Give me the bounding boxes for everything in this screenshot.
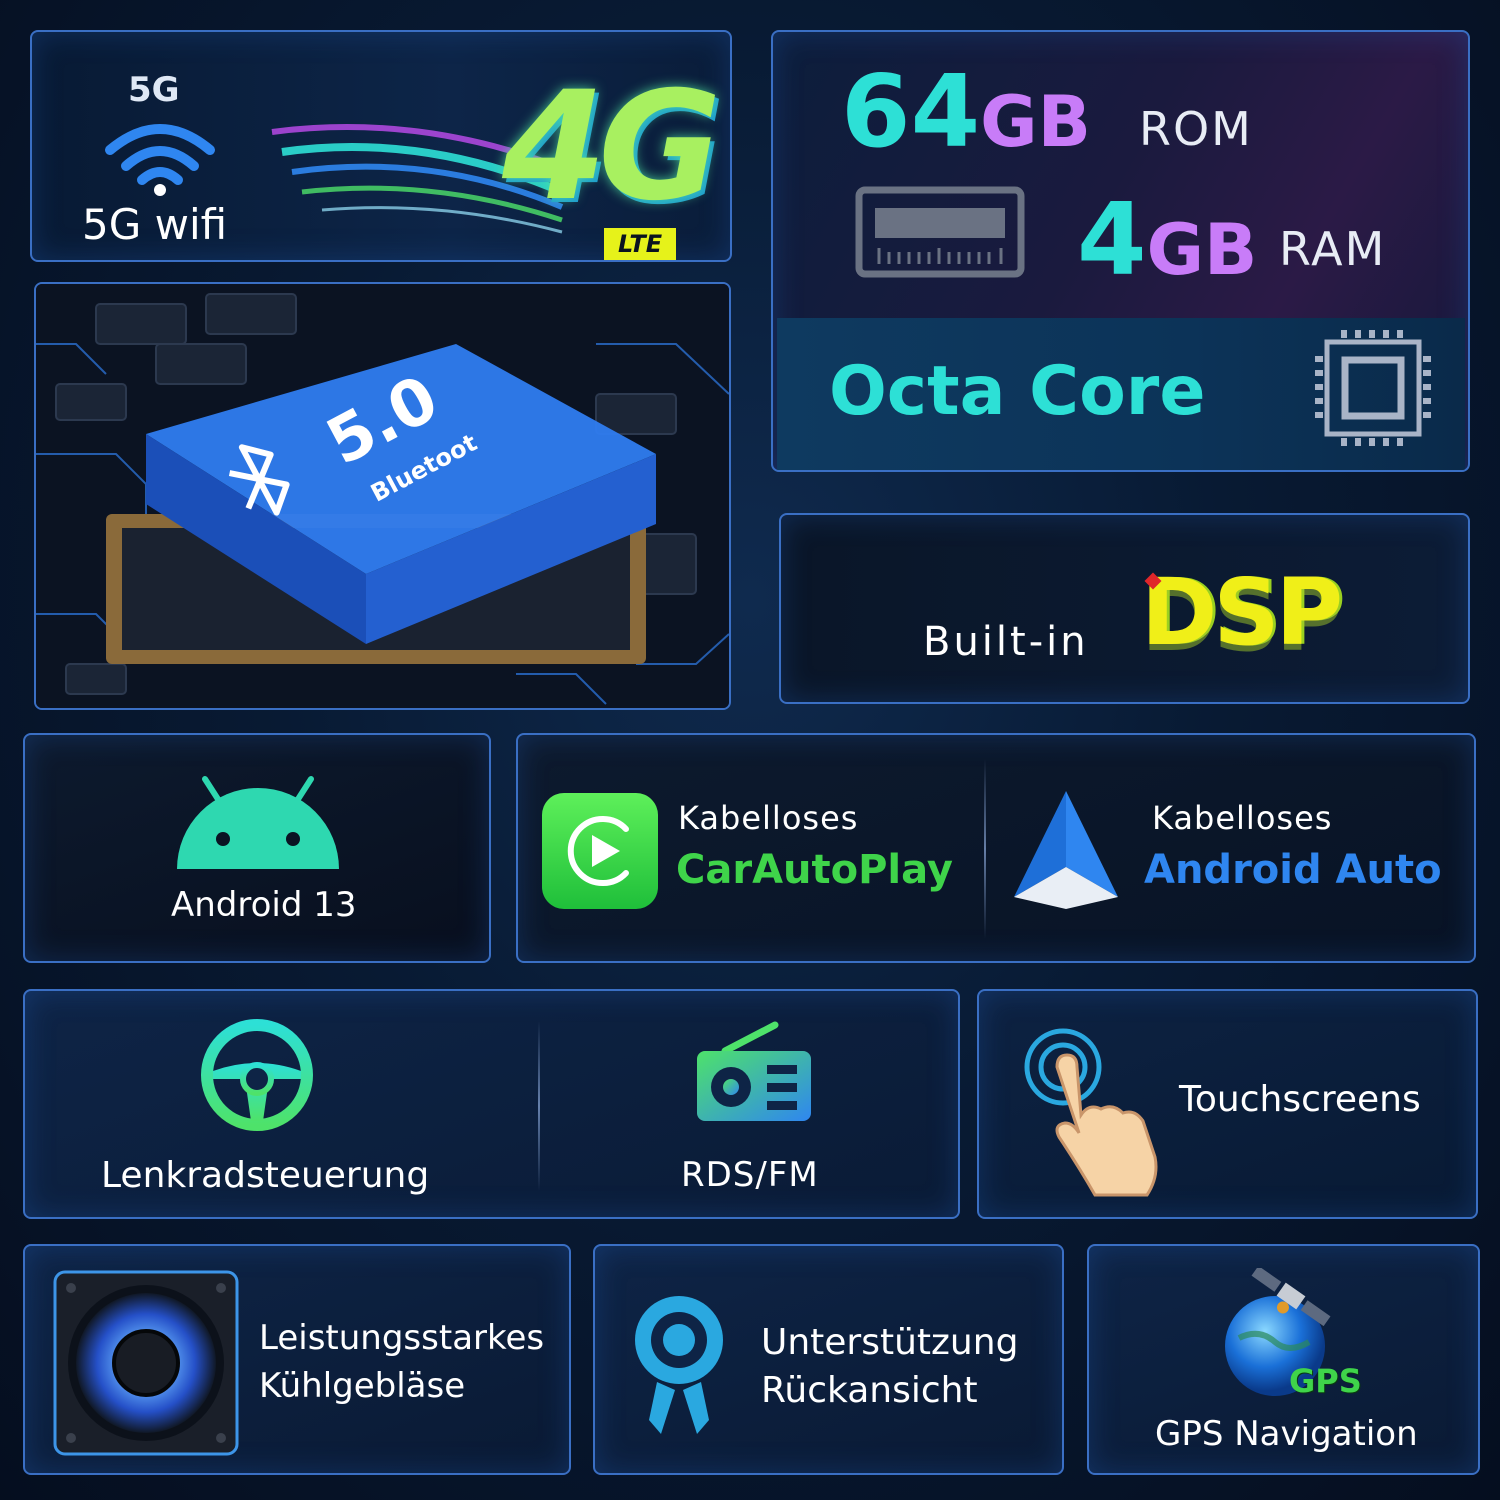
rom-number: 64: [841, 53, 981, 170]
fan-line2: Kühlgebläse: [259, 1366, 466, 1406]
ram-value: 4GB: [1077, 190, 1257, 290]
camera-line1: Unterstützung: [761, 1322, 1019, 1363]
android-robot-icon: [175, 775, 341, 871]
ram-number: 4: [1077, 181, 1147, 298]
android-label: Android 13: [171, 885, 357, 925]
gps-badge: GPS: [1289, 1362, 1362, 1400]
carplay-icon: [540, 791, 660, 911]
rom-unit: GB: [980, 81, 1091, 163]
dsp-prefix: Built-in: [923, 619, 1089, 665]
android-auto-icon: [1012, 789, 1120, 911]
cooling-fan-icon: [53, 1270, 239, 1456]
steering-divider: [538, 1021, 540, 1191]
camera-line2: Rückansicht: [761, 1370, 978, 1411]
android-auto-big-label: Android Auto: [1144, 847, 1442, 893]
memory-module-icon: [855, 186, 1025, 278]
carplay-small-label: Kabelloses: [678, 799, 859, 837]
dsp-logo: DSP: [1141, 559, 1343, 666]
steering-label: Lenkradsteuerung: [101, 1155, 430, 1196]
touch-label: Touchscreens: [1179, 1079, 1421, 1120]
carplay-divider: [984, 759, 986, 939]
cpu-label: Octa Core: [829, 352, 1206, 431]
ram-label: RAM: [1279, 222, 1387, 276]
fan-line1: Leistungsstarkes: [259, 1318, 545, 1358]
rear-camera-panel: Unterstützung Rückansicht: [593, 1244, 1064, 1475]
cooling-fan-panel: Leistungsstarkes Kühlgebläse: [23, 1244, 571, 1475]
lte-badge: LTE: [604, 228, 677, 260]
gps-panel: GPS GPS Navigation: [1087, 1244, 1480, 1475]
android-auto-small-label: Kabelloses: [1152, 799, 1333, 837]
wifi-5g-badge: 5G: [128, 70, 180, 110]
android-panel: Android 13: [23, 733, 491, 963]
carplay-big-label: CarAutoPlay: [676, 847, 953, 893]
radio-label: RDS/FM: [681, 1155, 819, 1195]
processor-chip-icon: [1313, 328, 1433, 448]
touch-hand-icon: [1019, 1027, 1169, 1197]
steering-radio-panel: Lenkradsteuerung RDS/FM: [23, 989, 960, 1219]
memory-panel: 64GB ROM 4GB RAM Octa Core: [771, 30, 1470, 472]
radio-icon: [695, 1021, 813, 1125]
wireless-projection-panel: Kabelloses CarAutoPlay Kabelloses Androi…: [516, 733, 1476, 963]
rom-value: 64GB: [841, 62, 1091, 162]
rom-label: ROM: [1139, 102, 1253, 156]
lte-4g-text: 4G: [502, 60, 721, 234]
gps-label: GPS Navigation: [1155, 1414, 1418, 1454]
steering-wheel-icon: [199, 1017, 315, 1133]
wifi-label: 5G wifi: [82, 200, 228, 249]
touchscreen-panel: Touchscreens: [977, 989, 1478, 1219]
dsp-panel: Built-in DSP: [779, 513, 1470, 704]
bluetooth-panel: 5.0 Bluetoot: [34, 282, 731, 710]
camera-icon: [631, 1290, 727, 1436]
dsp-logo-text: DSP: [1141, 559, 1343, 666]
wifi-lte-panel: 5G 5G wifi 4G LTE: [30, 30, 732, 262]
wifi-icon: [104, 120, 216, 196]
ram-unit: GB: [1146, 209, 1258, 291]
